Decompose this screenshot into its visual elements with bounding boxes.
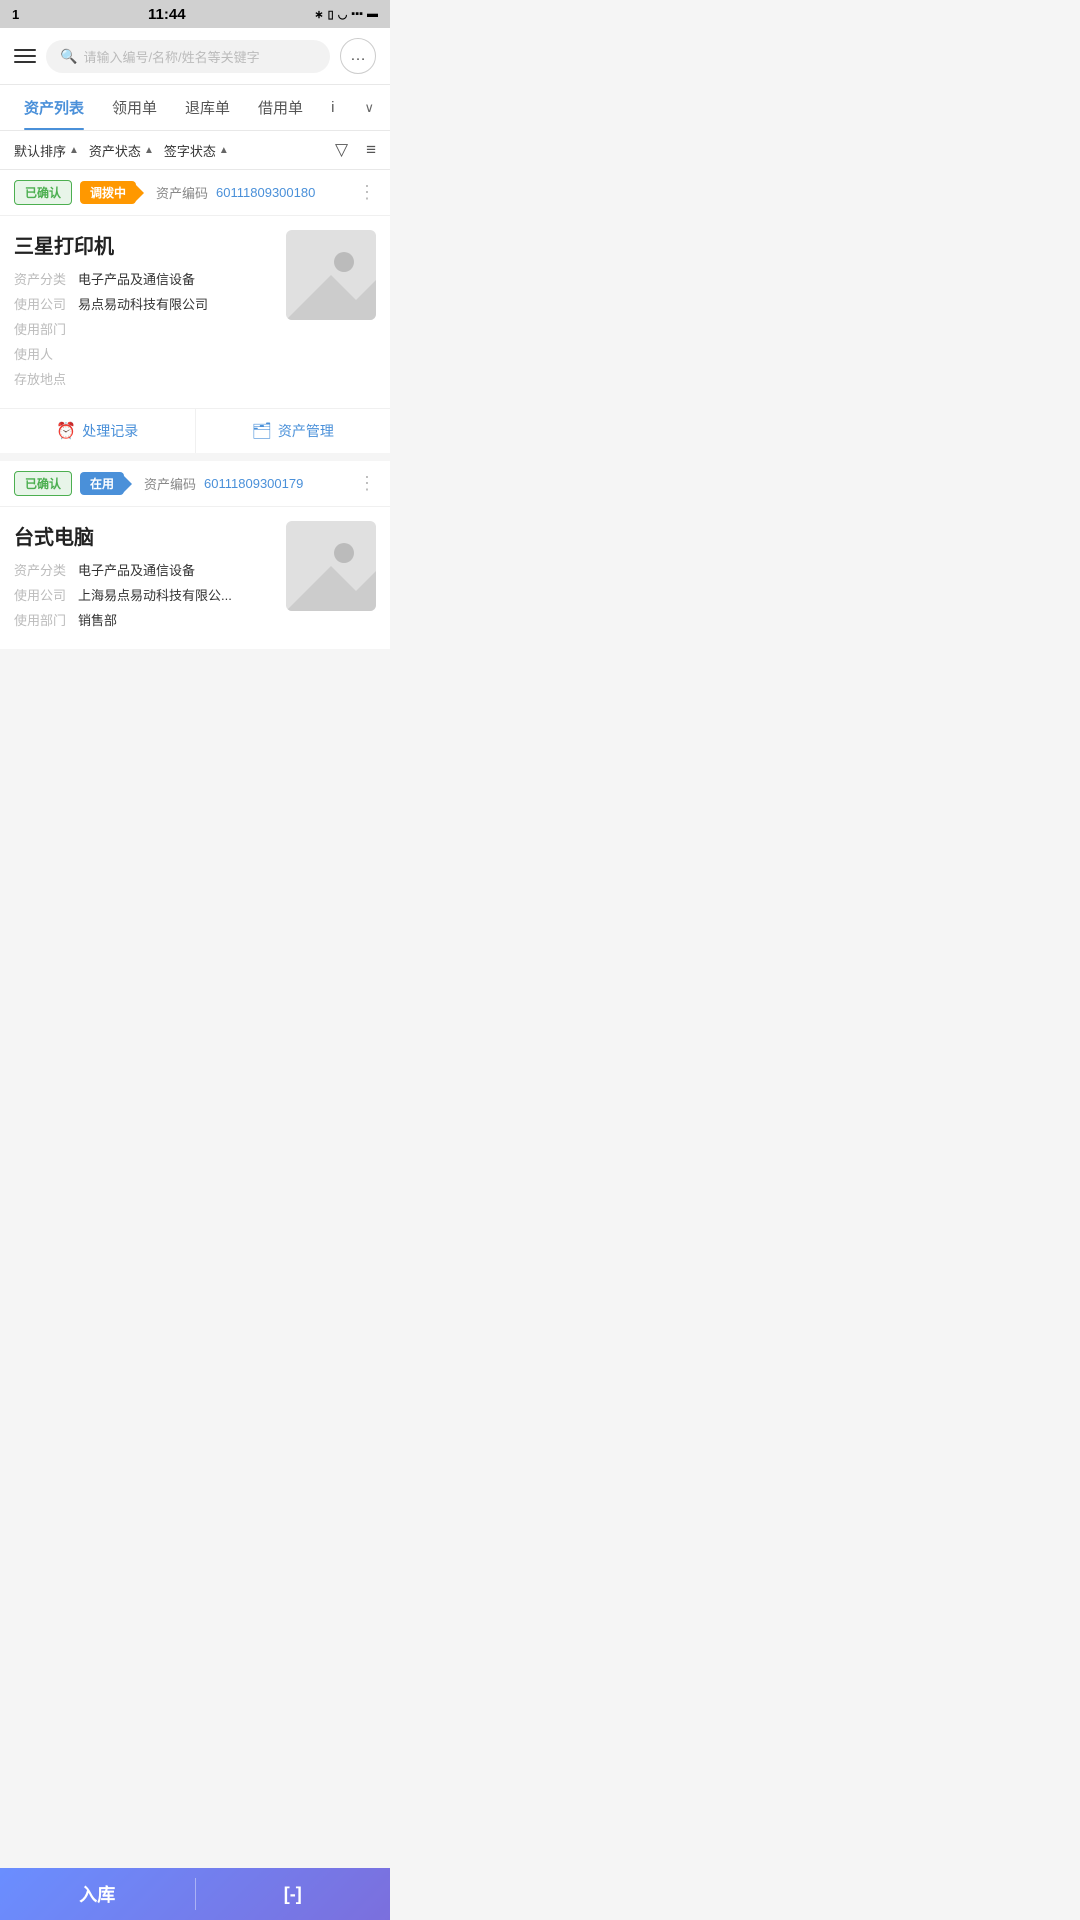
placeholder-image-2 (286, 521, 376, 611)
value-category-2: 电子产品及通信设备 (78, 560, 195, 579)
confirmed-badge-1: 已确认 (14, 180, 72, 205)
filter-asset-status[interactable]: 资产状态 ▲ (89, 141, 154, 160)
search-bar[interactable]: 🔍 请输入编号/名称/姓名等关键字 (46, 40, 330, 73)
confirmed-badge-2: 已确认 (14, 471, 72, 496)
tab-expand-button[interactable]: ∨ (358, 88, 380, 128)
asset-manage-icon-1: 🗂 (252, 421, 272, 441)
asset-card-1: 已确认 调拨中 资产编码 60111809300180 ⋮ 三星打印机 资产分类… (0, 170, 390, 453)
card-body-1: 三星打印机 资产分类 电子产品及通信设备 使用公司 易点易动科技有限公司 使用部… (0, 216, 390, 408)
tab-return-order[interactable]: 退库单 (171, 85, 244, 130)
value-company-2: 上海易点易动科技有限公... (78, 585, 232, 604)
info-location-1: 存放地点 (14, 369, 274, 388)
info-company-2: 使用公司 上海易点易动科技有限公... (14, 585, 274, 604)
message-button[interactable]: … (340, 38, 376, 74)
label-user-1: 使用人 (14, 344, 78, 363)
label-dept-1: 使用部门 (14, 319, 78, 338)
tab-borrow-order[interactable]: 借用单 (244, 85, 317, 130)
card-more-button-2[interactable]: ⋮ (358, 473, 376, 494)
filter-asset-status-label: 资产状态 (89, 141, 141, 160)
value-category-1: 电子产品及通信设备 (78, 269, 195, 288)
card-footer-1: ⏰ 处理记录 🗂 资产管理 (0, 408, 390, 453)
filter-sort-label: 默认排序 (14, 141, 66, 160)
status-time: 11:44 (148, 6, 186, 23)
card-header-2: 已确认 在用 资产编码 60111809300179 ⋮ (0, 461, 390, 507)
menu-button[interactable] (14, 49, 36, 63)
bluetooth-icon: ∗ (314, 8, 323, 21)
asset-name-2: 台式电脑 (14, 521, 274, 550)
transfer-arrow-icon-1 (134, 183, 144, 203)
info-user-1: 使用人 (14, 344, 274, 363)
asset-name-1: 三星打印机 (14, 230, 274, 259)
sort-arrow-icon: ▲ (69, 145, 79, 156)
asset-list: 已确认 调拨中 资产编码 60111809300180 ⋮ 三星打印机 资产分类… (0, 170, 390, 717)
filter-funnel-button[interactable]: ▽ (335, 140, 348, 160)
info-company-1: 使用公司 易点易动科技有限公司 (14, 294, 274, 313)
asset-image-1 (286, 230, 376, 320)
label-company-2: 使用公司 (14, 585, 78, 604)
process-record-button-1[interactable]: ⏰ 处理记录 (0, 409, 196, 453)
card-more-button-1[interactable]: ⋮ (358, 182, 376, 203)
inuse-badge-2: 在用 (80, 472, 124, 495)
label-location-1: 存放地点 (14, 369, 78, 388)
label-category-2: 资产分类 (14, 560, 78, 579)
card-body-2: 台式电脑 资产分类 电子产品及通信设备 使用公司 上海易点易动科技有限公... … (0, 507, 390, 649)
asset-manage-button-1[interactable]: 🗂 资产管理 (196, 409, 391, 453)
hamburger-line-3 (14, 61, 36, 63)
status-icons: ∗ ▯ ◡ ▪▪▪ ▬ (314, 8, 378, 21)
transfer-badge-1: 调拨中 (80, 181, 136, 204)
sign-status-arrow-icon: ▲ (219, 145, 229, 156)
status-notification: 1 (12, 7, 19, 22)
card-header-1: 已确认 调拨中 资产编码 60111809300180 ⋮ (0, 170, 390, 216)
filter-default-sort[interactable]: 默认排序 ▲ (14, 141, 79, 160)
search-placeholder: 请输入编号/名称/姓名等关键字 (83, 47, 259, 66)
filter-sign-status[interactable]: 签字状态 ▲ (164, 141, 229, 160)
bottom-bar: 入库 [-] (0, 1868, 390, 1920)
asset-status-arrow-icon: ▲ (144, 145, 154, 156)
status-badge-inuse-2: 在用 (80, 472, 132, 495)
card-info-1: 三星打印机 资产分类 电子产品及通信设备 使用公司 易点易动科技有限公司 使用部… (14, 230, 274, 394)
signal-icon: ▪▪▪ (351, 8, 363, 20)
process-record-icon-1: ⏰ (56, 421, 76, 441)
phone-icon: ▯ (328, 8, 334, 21)
tab-asset-list[interactable]: 资产列表 (10, 85, 98, 130)
label-dept-2: 使用部门 (14, 610, 78, 629)
code-value-1: 60111809300180 (216, 185, 315, 200)
filter-list-button[interactable]: ≡ (366, 140, 376, 160)
message-icon: … (350, 47, 366, 65)
card-info-2: 台式电脑 资产分类 电子产品及通信设备 使用公司 上海易点易动科技有限公... … (14, 521, 274, 635)
code-value-2: 60111809300179 (204, 476, 303, 491)
filter-bar: 默认排序 ▲ 资产状态 ▲ 签字状态 ▲ ▽ ≡ (0, 131, 390, 170)
label-category-1: 资产分类 (14, 269, 78, 288)
info-category-1: 资产分类 电子产品及通信设备 (14, 269, 274, 288)
code-label-2: 资产编码 (144, 474, 196, 493)
code-label-1: 资产编码 (156, 183, 208, 202)
wifi-icon: ◡ (338, 8, 348, 21)
status-badge-transfer-1: 调拨中 (80, 181, 144, 204)
status-bar: 1 11:44 ∗ ▯ ◡ ▪▪▪ ▬ (0, 0, 390, 28)
tab-bar: 资产列表 领用单 退库单 借用单 i ∨ (0, 85, 390, 131)
tab-claim-order[interactable]: 领用单 (98, 85, 171, 130)
asset-manage-label-1: 资产管理 (278, 421, 334, 441)
header: 🔍 请输入编号/名称/姓名等关键字 … (0, 28, 390, 85)
info-category-2: 资产分类 电子产品及通信设备 (14, 560, 274, 579)
tab-more[interactable]: i (317, 87, 348, 128)
label-company-1: 使用公司 (14, 294, 78, 313)
value-company-1: 易点易动科技有限公司 (78, 294, 208, 313)
value-dept-2: 销售部 (78, 610, 117, 629)
inuse-arrow-icon-2 (122, 474, 132, 494)
placeholder-image-1 (286, 230, 376, 320)
asset-image-2 (286, 521, 376, 611)
battery-icon: ▬ (367, 8, 378, 20)
process-record-label-1: 处理记录 (82, 421, 138, 441)
hamburger-line-2 (14, 55, 36, 57)
filter-sign-status-label: 签字状态 (164, 141, 216, 160)
asset-card-2: 已确认 在用 资产编码 60111809300179 ⋮ 台式电脑 资产分类 电… (0, 461, 390, 649)
info-dept-2: 使用部门 销售部 (14, 610, 274, 629)
search-icon: 🔍 (60, 48, 77, 65)
inbound-button[interactable]: 入库 (0, 1868, 195, 1920)
info-dept-1: 使用部门 (14, 319, 274, 338)
scan-button[interactable]: [-] (196, 1868, 391, 1920)
hamburger-line-1 (14, 49, 36, 51)
